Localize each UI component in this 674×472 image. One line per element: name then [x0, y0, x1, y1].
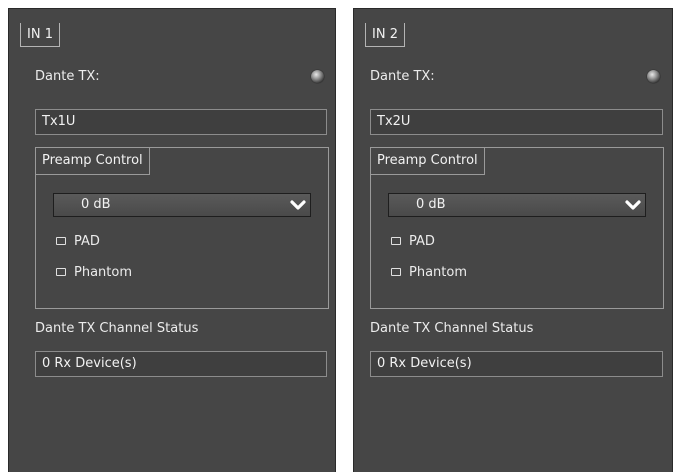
channel-status-field: 0 Rx Device(s) [35, 351, 327, 377]
phantom-checkbox[interactable]: Phantom [391, 265, 467, 281]
channel-tab[interactable]: IN 2 [365, 23, 405, 47]
phantom-label: Phantom [409, 265, 467, 280]
dante-tx-field[interactable]: Tx1U [35, 109, 327, 135]
channel-panel-in-2: IN 2 Dante TX: Tx2U Preamp Control 0 dB … [353, 8, 673, 472]
channel-status-field: 0 Rx Device(s) [370, 351, 663, 377]
gain-value: 0 dB [81, 197, 111, 212]
status-led-icon [311, 70, 324, 83]
phantom-label: Phantom [74, 265, 132, 280]
pad-label: PAD [74, 234, 100, 249]
preamp-control-title: Preamp Control [371, 148, 485, 175]
chevron-down-icon [625, 200, 641, 210]
gain-value: 0 dB [416, 197, 446, 212]
preamp-control-group: Preamp Control 0 dB PAD Phantom [370, 147, 664, 309]
preamp-control-group: Preamp Control 0 dB PAD Phantom [35, 147, 329, 309]
preamp-control-title: Preamp Control [36, 148, 150, 175]
checkbox-icon[interactable] [391, 267, 401, 276]
channel-tab[interactable]: IN 1 [20, 23, 60, 47]
dante-tx-label: Dante TX: [35, 69, 100, 84]
channel-panel-in-1: IN 1 Dante TX: Tx1U Preamp Control 0 dB … [8, 8, 336, 472]
channel-status-label: Dante TX Channel Status [35, 321, 199, 336]
pad-label: PAD [409, 234, 435, 249]
chevron-down-icon [290, 200, 306, 210]
dante-tx-field[interactable]: Tx2U [370, 109, 663, 135]
gain-select[interactable]: 0 dB [388, 193, 646, 217]
checkbox-icon[interactable] [56, 267, 66, 276]
phantom-checkbox[interactable]: Phantom [56, 265, 132, 281]
checkbox-icon[interactable] [56, 236, 66, 245]
dante-tx-label: Dante TX: [370, 69, 435, 84]
status-led-icon [647, 70, 660, 83]
pad-checkbox[interactable]: PAD [391, 234, 435, 250]
checkbox-icon[interactable] [391, 236, 401, 245]
gain-select[interactable]: 0 dB [53, 193, 311, 217]
channel-status-label: Dante TX Channel Status [370, 321, 534, 336]
pad-checkbox[interactable]: PAD [56, 234, 100, 250]
